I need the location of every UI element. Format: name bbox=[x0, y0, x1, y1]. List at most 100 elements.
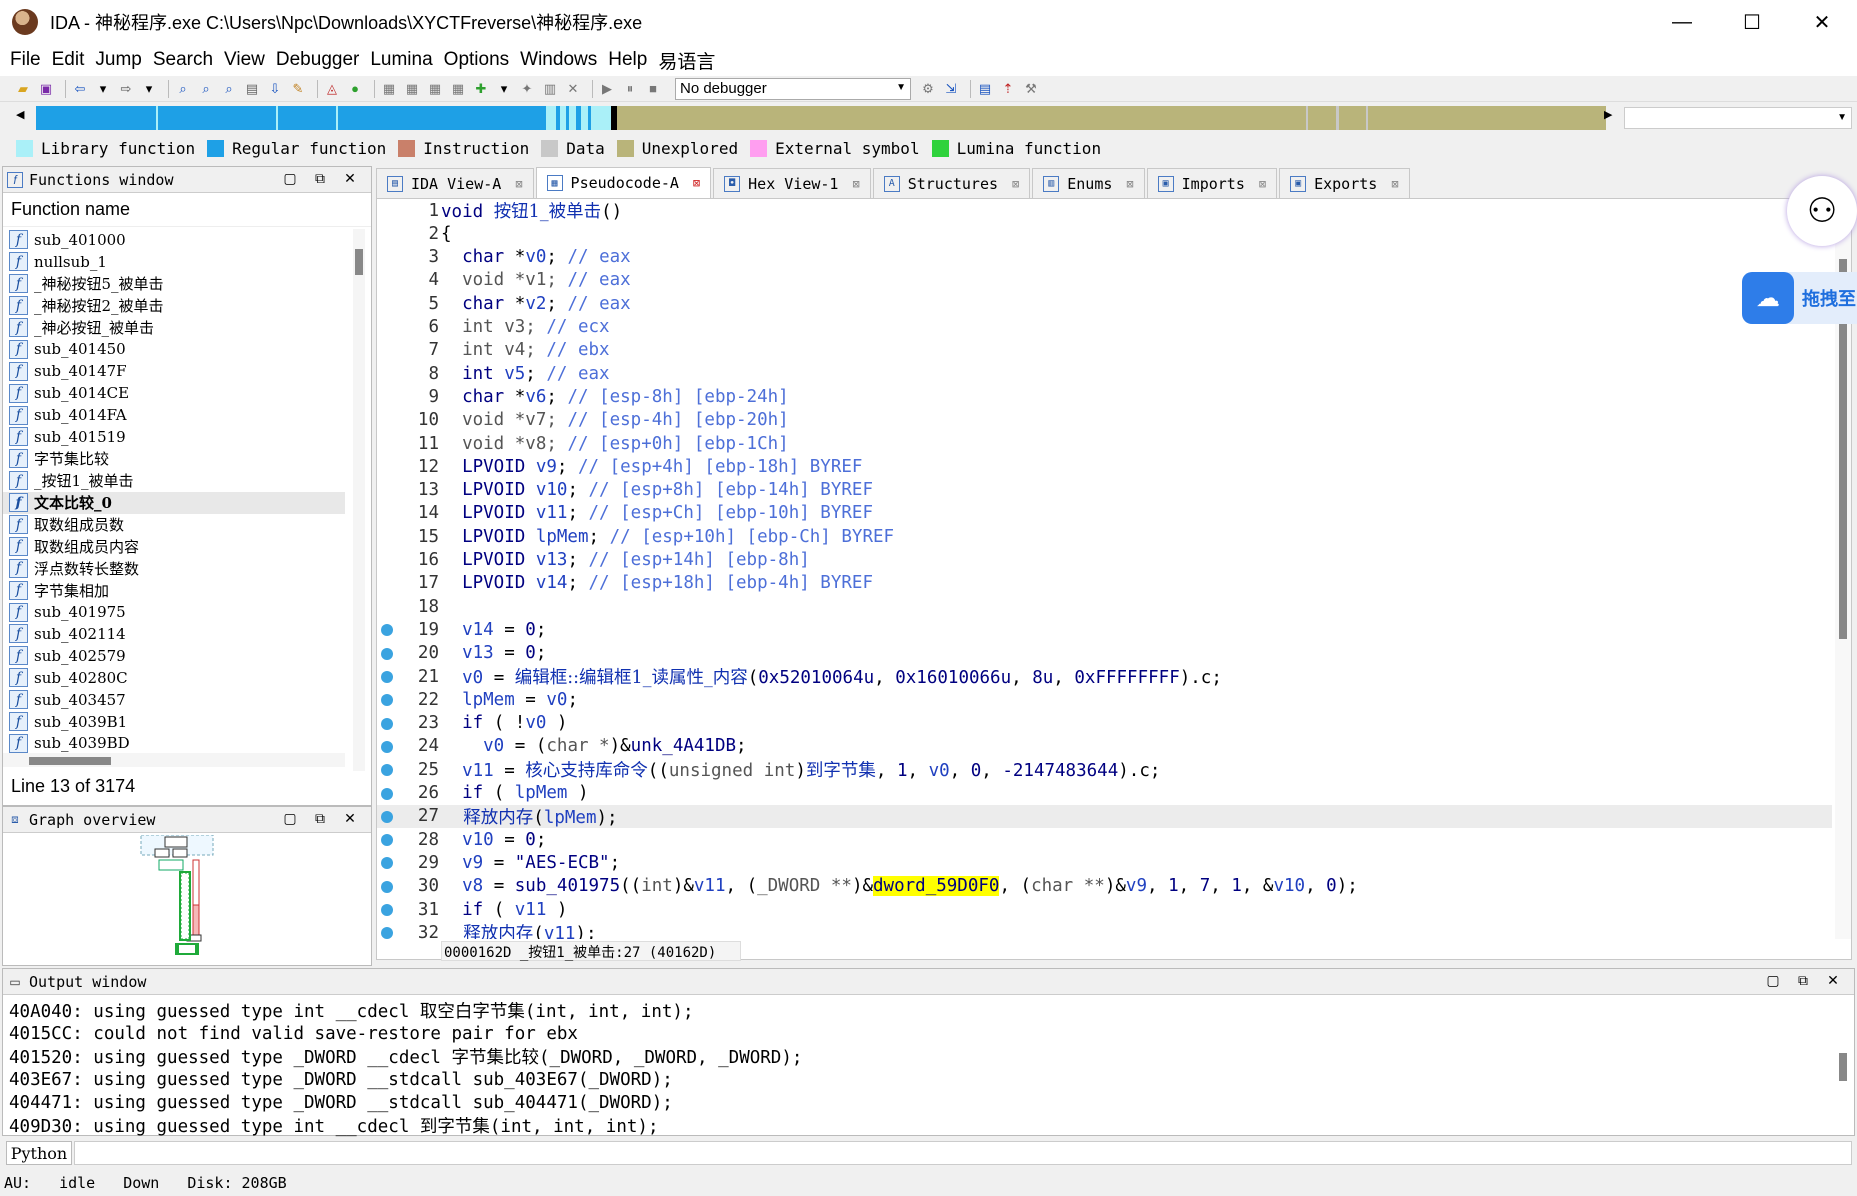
menu-item-9[interactable]: Help bbox=[606, 49, 656, 71]
function-list-item[interactable]: f _按钮1_被单击 bbox=[3, 470, 345, 492]
float-icon[interactable]: ⧉ bbox=[305, 170, 335, 187]
code-line[interactable]: 22 lpMem = v0; bbox=[377, 688, 1832, 711]
code-line[interactable]: 2{ bbox=[377, 222, 1832, 245]
run-green-icon[interactable]: ● bbox=[346, 80, 364, 98]
debug-options-icon[interactable]: ⚙ bbox=[919, 80, 937, 98]
function-list-item[interactable]: f 字节集比较 bbox=[3, 448, 345, 470]
stop-icon[interactable]: ■ bbox=[644, 80, 662, 98]
function-list-item[interactable]: f sub_4014FA bbox=[3, 404, 345, 426]
pseudocode-lines[interactable]: 1 void 按钮1_被单击() 2{3 char *v0; // eax 4 voi… bbox=[377, 199, 1832, 939]
tab-structures[interactable]: A Structures ⊠ bbox=[872, 168, 1031, 198]
segment-icon[interactable]: ▦ bbox=[380, 80, 398, 98]
function-list-item[interactable]: f 浮点数转长整数 bbox=[3, 557, 345, 579]
attach-icon[interactable]: ⇲ bbox=[942, 80, 960, 98]
code-line[interactable]: 27 释放内存(lpMem); bbox=[377, 804, 1832, 828]
debugger-select[interactable]: No debugger ▼ bbox=[675, 77, 911, 100]
floating-assistant-icon[interactable]: ⚇ bbox=[1787, 176, 1857, 246]
xref-icon[interactable]: ▦ bbox=[449, 80, 467, 98]
menu-item-10[interactable]: 易语言 bbox=[656, 47, 724, 74]
code-line[interactable]: 1 void 按钮1_被单击() bbox=[377, 199, 1832, 223]
lumina-push-icon[interactable]: ⇡ bbox=[999, 80, 1017, 98]
function-list-item[interactable]: f sub_401000 bbox=[3, 229, 345, 251]
code-line[interactable]: 19 v14 = 0; bbox=[377, 618, 1832, 641]
graph-icon[interactable]: ◬ bbox=[323, 80, 341, 98]
code-line[interactable]: 25 v11 = 核心支持库命令((unsigned int)到字节集, 1, … bbox=[377, 758, 1832, 781]
jump-down-icon[interactable]: ⇩ bbox=[266, 80, 284, 98]
code-line[interactable]: 26 if ( lpMem ) bbox=[377, 782, 1832, 805]
code-line[interactable]: 8 int v5; // eax bbox=[377, 362, 1832, 385]
function-name-column-header[interactable]: Function name bbox=[3, 193, 371, 227]
minimize-button[interactable]: — bbox=[1647, 0, 1717, 44]
code-line[interactable]: 21 v0 = 编辑框::编辑框1_读属性_内容(0x52010064u, 0x… bbox=[377, 665, 1832, 688]
function-list-item[interactable]: f _神必按钮_被单击 bbox=[3, 317, 345, 339]
lumina-settings-icon[interactable]: ⚒ bbox=[1022, 80, 1040, 98]
code-line[interactable]: 11 void *v8; // [esp+0h] [ebp-1Ch] bbox=[377, 432, 1832, 455]
open-icon[interactable]: ▰ bbox=[14, 80, 32, 98]
code-line[interactable]: 13 LPVOID v10; // [esp+8h] [ebp-14h] BYR… bbox=[377, 479, 1832, 502]
tab-enums[interactable]: ▥ Enums ⊠ bbox=[1032, 168, 1145, 198]
search-immediate-icon[interactable]: ⌕ bbox=[220, 80, 238, 98]
function-list-item[interactable]: f sub_401519 bbox=[3, 426, 345, 448]
search-text-icon[interactable]: ⌕ bbox=[174, 80, 192, 98]
menu-item-8[interactable]: Windows bbox=[518, 49, 606, 71]
function-list-hscrollbar[interactable] bbox=[3, 753, 345, 767]
function-list-item[interactable]: f sub_4039B1 bbox=[3, 711, 345, 733]
code-line[interactable]: 9 char *v6; // [esp-8h] [ebp-24h] bbox=[377, 385, 1832, 408]
patch-icon[interactable]: ✦ bbox=[518, 80, 536, 98]
scroll-thumb[interactable] bbox=[355, 249, 363, 275]
code-line[interactable]: 17 LPVOID v14; // [esp+18h] [ebp-4h] BYR… bbox=[377, 572, 1832, 595]
function-list-vscrollbar[interactable] bbox=[353, 229, 365, 771]
menu-item-4[interactable]: View bbox=[222, 49, 274, 71]
tab-close-icon[interactable]: ⊠ bbox=[515, 177, 522, 191]
enum-icon[interactable]: ▦ bbox=[426, 80, 444, 98]
code-line[interactable]: 7 int v4; // ebx bbox=[377, 339, 1832, 362]
close-icon[interactable]: ✕ bbox=[335, 170, 365, 187]
tab-close-icon[interactable]: ⊠ bbox=[1126, 177, 1133, 191]
code-line[interactable]: 3 char *v0; // eax bbox=[377, 246, 1832, 269]
nav-combo[interactable]: ▼ bbox=[1624, 107, 1852, 129]
function-list-item[interactable]: f sub_40147F bbox=[3, 360, 345, 382]
tab-ida-view-a[interactable]: ▤ IDA View-A ⊠ bbox=[376, 168, 534, 198]
float-icon[interactable]: ⧉ bbox=[1788, 972, 1818, 989]
save-icon[interactable]: ▣ bbox=[37, 80, 55, 98]
add-icon[interactable]: ✚ bbox=[472, 80, 490, 98]
scroll-thumb[interactable] bbox=[1839, 1053, 1847, 1081]
edit-function-icon[interactable]: ✎ bbox=[289, 80, 307, 98]
pause-icon[interactable]: ⏸ bbox=[621, 80, 639, 98]
code-line[interactable]: 29 v9 = "AES-ECB"; bbox=[377, 851, 1832, 874]
function-list-item[interactable]: f _神秘按钮2_被单击 bbox=[3, 295, 345, 317]
python-button[interactable]: Python bbox=[6, 1141, 72, 1165]
navigation-band[interactable] bbox=[36, 106, 1606, 130]
play-icon[interactable]: ▶ bbox=[598, 80, 616, 98]
tab-close-icon[interactable]: ⊠ bbox=[693, 176, 700, 190]
output-lines[interactable]: 40A040: using guessed type int __cdecl 取… bbox=[9, 999, 1829, 1137]
nav-left-arrow-icon[interactable]: ◀ bbox=[16, 108, 24, 121]
function-list-item[interactable]: f sub_402579 bbox=[3, 645, 345, 667]
tab-pseudocode-a[interactable]: ▦ Pseudocode-A ⊠ bbox=[535, 167, 712, 198]
menu-item-2[interactable]: Jump bbox=[93, 49, 150, 71]
function-list-item[interactable]: f sub_40280C bbox=[3, 667, 345, 689]
menu-item-6[interactable]: Lumina bbox=[368, 49, 441, 71]
code-line[interactable]: 32 释放内存(v11); bbox=[377, 921, 1832, 939]
function-list-item[interactable]: f sub_403457 bbox=[3, 689, 345, 711]
code-line[interactable]: 24 v0 = (char *)&unk_4A41DB; bbox=[377, 735, 1832, 758]
function-list-item[interactable]: f sub_4039BD bbox=[3, 732, 345, 754]
print-icon[interactable]: ▤ bbox=[243, 80, 261, 98]
code-line[interactable]: 6 int v3; // ecx bbox=[377, 316, 1832, 339]
delete-icon[interactable]: ✕ bbox=[564, 80, 582, 98]
function-list-item[interactable]: f 取数组成员数 bbox=[3, 514, 345, 536]
function-list-item[interactable]: f 取数组成员内容 bbox=[3, 535, 345, 557]
close-icon[interactable]: ✕ bbox=[1818, 972, 1848, 989]
tab-close-icon[interactable]: ⊠ bbox=[1259, 177, 1266, 191]
function-list-item[interactable]: f sub_402114 bbox=[3, 623, 345, 645]
restore-icon[interactable]: ▢ bbox=[275, 170, 305, 187]
code-line[interactable]: 20 v13 = 0; bbox=[377, 642, 1832, 665]
lumina-pull-icon[interactable]: ▤ bbox=[976, 80, 994, 98]
code-line[interactable]: 30 v8 = sub_401975((int)&v11, (_DWORD **… bbox=[377, 875, 1832, 898]
code-line[interactable]: 15 LPVOID lpMem; // [esp+10h] [ebp-Ch] B… bbox=[377, 525, 1832, 548]
code-line[interactable]: 23 if ( !v0 ) bbox=[377, 712, 1832, 735]
menu-item-3[interactable]: Search bbox=[151, 49, 222, 71]
struct-icon[interactable]: ▦ bbox=[403, 80, 421, 98]
tab-exports[interactable]: ▣ Exports ⊠ bbox=[1279, 168, 1410, 198]
code-line[interactable]: 18 bbox=[377, 595, 1832, 618]
